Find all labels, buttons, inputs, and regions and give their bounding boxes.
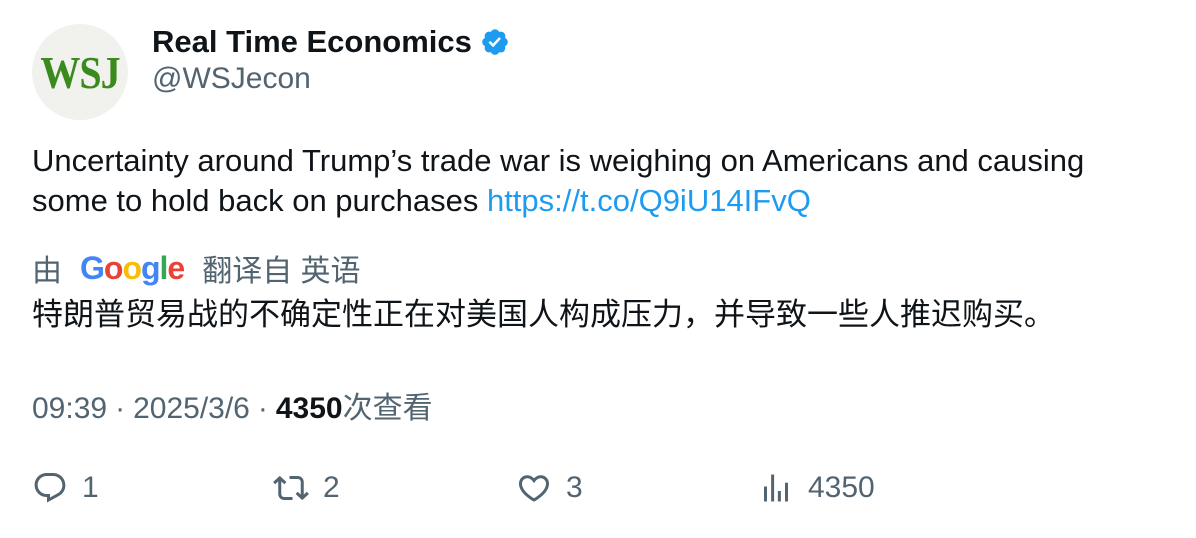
tweet-time[interactable]: 09:39 (32, 392, 107, 426)
views-count: 4350 (275, 392, 343, 425)
views-button[interactable]: 4350 (758, 470, 875, 506)
like-button[interactable]: 3 (516, 470, 583, 506)
retweet-icon (273, 475, 309, 501)
tweet-date[interactable]: 2025/3/6 (133, 392, 250, 426)
translated-text: 特朗普贸易战的不确定性正在对美国人构成压力，并导致一些人推迟购买。 (32, 297, 1055, 332)
heart-icon (518, 475, 550, 502)
views-count-action: 4350 (808, 471, 875, 504)
translation-suffix: 翻译自 英语 (202, 255, 361, 288)
retweet-button[interactable]: 2 (273, 470, 340, 506)
retweet-count: 2 (323, 471, 340, 504)
reply-count: 1 (82, 471, 99, 504)
avatar[interactable]: WSJ (32, 24, 128, 120)
account-name-row: Real Time Economics (152, 22, 510, 62)
tweet-text: Uncertainty around Trump’s trade war is … (32, 141, 1162, 221)
google-logo: Google (80, 249, 185, 286)
verified-badge-icon[interactable] (480, 27, 510, 57)
reply-icon (34, 473, 66, 503)
views-label: 次查看 (342, 392, 433, 425)
like-count: 3 (566, 471, 583, 504)
avatar-logo-text: WSJ (40, 46, 120, 98)
translation-attribution: 由 Google 翻译自 英语 (32, 246, 361, 290)
meta-separator: · (257, 392, 268, 425)
translation-prefix: 由 (32, 255, 62, 288)
meta-separator: · (115, 392, 126, 425)
analytics-icon (764, 474, 788, 502)
display-name[interactable]: Real Time Economics (152, 24, 472, 60)
tweet-link[interactable]: https://t.co/Q9iU14IFvQ (487, 183, 811, 218)
account-handle[interactable]: @WSJecon (152, 62, 311, 96)
tweet-meta: 09:39 · 2025/3/6 · 4350 次查看 (32, 383, 433, 427)
reply-button[interactable]: 1 (32, 470, 99, 506)
